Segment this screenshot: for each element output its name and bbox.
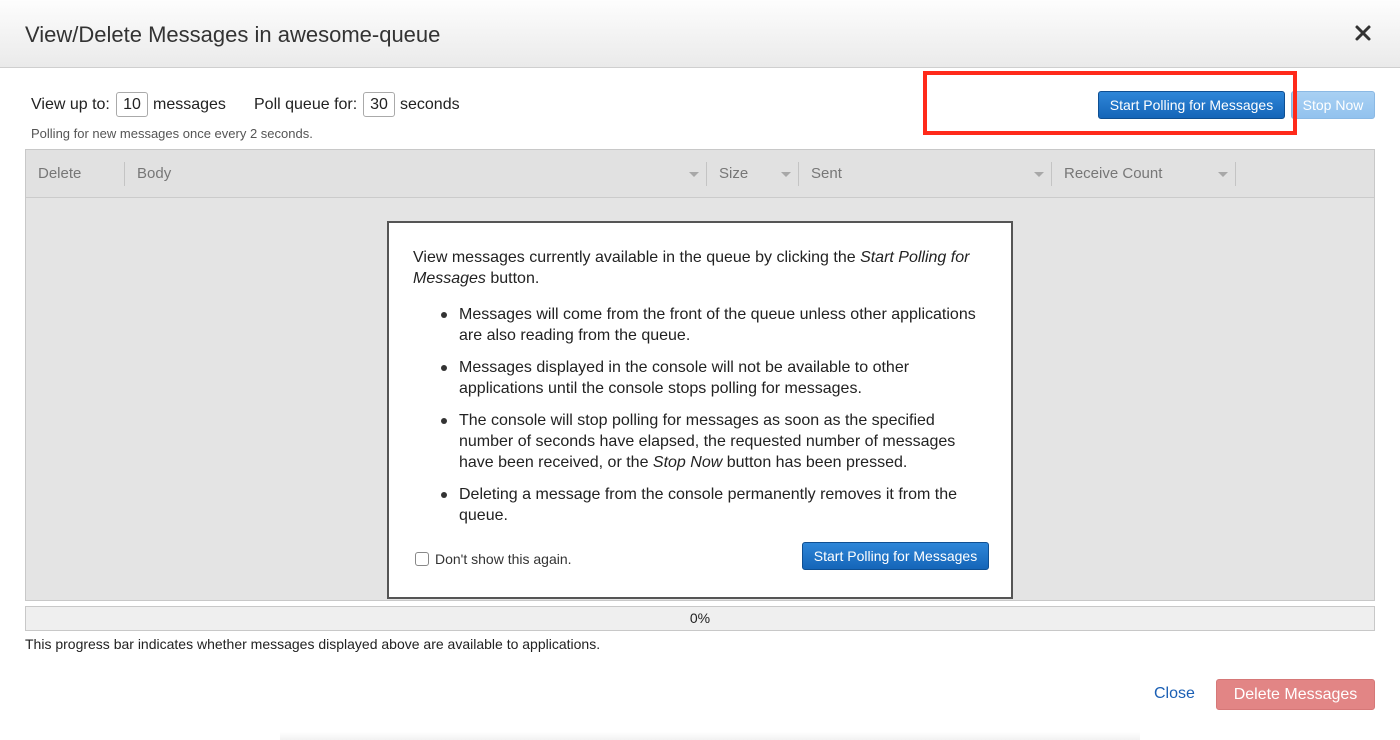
column-divider: [706, 162, 707, 186]
info-bullet-item: The console will stop polling for messag…: [413, 410, 993, 473]
dialog-bottom-shadow: [280, 732, 1140, 740]
view-delete-messages-dialog: View/Delete Messages in awesome-queue Vi…: [0, 0, 1400, 740]
column-divider: [1235, 162, 1236, 186]
info-intro-pre: View messages currently available in the…: [413, 249, 861, 266]
poll-queue-label: Poll queue for:: [254, 96, 358, 113]
poll-queue-input[interactable]: [363, 92, 395, 117]
column-header-size[interactable]: Size: [719, 150, 748, 198]
info-bullet-item: Deleting a message from the console perm…: [413, 484, 993, 526]
info-item3-post: button has been pressed.: [722, 454, 908, 471]
progress-percent-text: 0%: [689, 610, 711, 626]
dont-show-again-label[interactable]: Don't show this again.: [435, 551, 572, 567]
info-bullet-item: Messages displayed in the console will n…: [413, 357, 993, 399]
info-bullet-item: Messages will come from the front of the…: [413, 304, 993, 346]
seconds-label: seconds: [400, 96, 460, 113]
sent-sort-caret-icon[interactable]: [1034, 172, 1044, 177]
column-header-delete[interactable]: Delete: [38, 150, 81, 198]
delete-messages-button[interactable]: Delete Messages: [1216, 679, 1375, 710]
progress-bar-note: This progress bar indicates whether mess…: [25, 636, 601, 652]
availability-progress-bar: 0%: [25, 606, 1375, 631]
polling-info-popup: View messages currently available in the…: [387, 221, 1013, 599]
info-intro-text: View messages currently available in the…: [413, 247, 993, 289]
body-sort-caret-icon[interactable]: [689, 172, 699, 177]
close-x-icon[interactable]: [1350, 20, 1376, 46]
dont-show-again-row: Don't show this again.: [415, 551, 572, 567]
grid-header-row: Delete Body Size Sent Receive Count: [26, 150, 1374, 198]
info-bullet-list: Messages will come from the front of the…: [413, 304, 993, 537]
dialog-header: View/Delete Messages in awesome-queue: [0, 0, 1400, 68]
close-link[interactable]: Close: [1154, 685, 1195, 703]
dialog-title: View/Delete Messages in awesome-queue: [25, 22, 441, 47]
view-up-to-label: View up to:: [31, 96, 110, 113]
dont-show-again-checkbox[interactable]: [415, 552, 429, 566]
size-sort-caret-icon[interactable]: [781, 172, 791, 177]
column-divider: [1051, 162, 1052, 186]
column-divider: [798, 162, 799, 186]
column-header-body[interactable]: Body: [137, 150, 171, 198]
stop-now-button[interactable]: Stop Now: [1291, 91, 1375, 119]
column-divider: [124, 162, 125, 186]
info-start-polling-button[interactable]: Start Polling for Messages: [802, 542, 989, 570]
column-header-receive-count[interactable]: Receive Count: [1064, 150, 1162, 198]
receive-count-sort-caret-icon[interactable]: [1218, 172, 1228, 177]
info-item3-emphasis: Stop Now: [652, 454, 723, 471]
start-polling-button[interactable]: Start Polling for Messages: [1098, 91, 1285, 119]
messages-label: messages: [153, 96, 226, 113]
view-up-to-input[interactable]: [116, 92, 148, 117]
column-header-sent[interactable]: Sent: [811, 150, 842, 198]
info-intro-post: button.: [485, 270, 540, 287]
polling-interval-note: Polling for new messages once every 2 se…: [31, 126, 313, 141]
